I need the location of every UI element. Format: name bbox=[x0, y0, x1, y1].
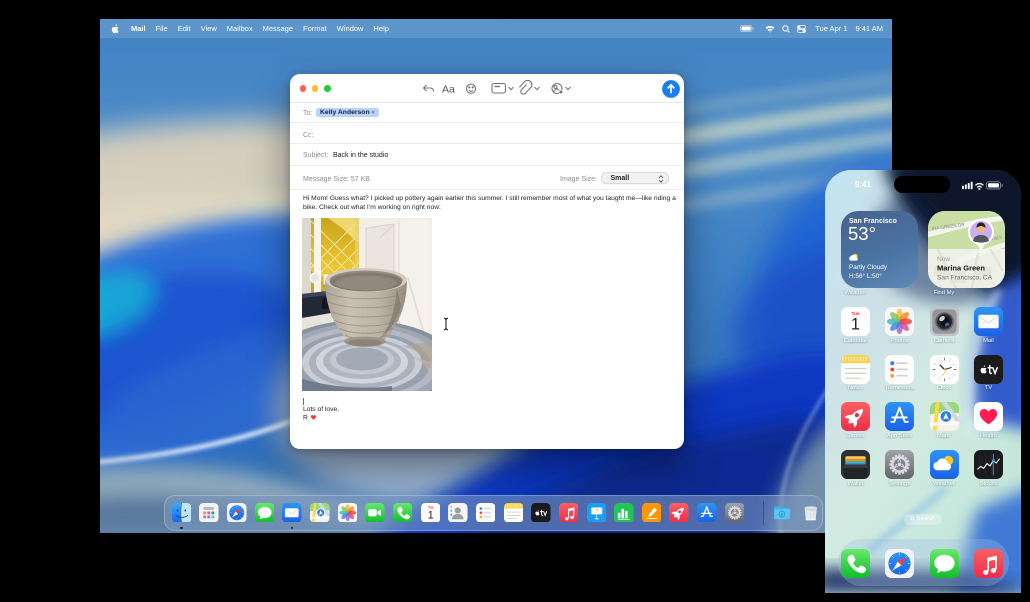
svg-text:Marina Green: Marina Green bbox=[937, 264, 985, 273]
svg-text:Aa: Aa bbox=[442, 84, 455, 96]
svg-text:San Francisco, CA: San Francisco, CA bbox=[937, 275, 993, 282]
svg-text:Now: Now bbox=[937, 256, 950, 263]
